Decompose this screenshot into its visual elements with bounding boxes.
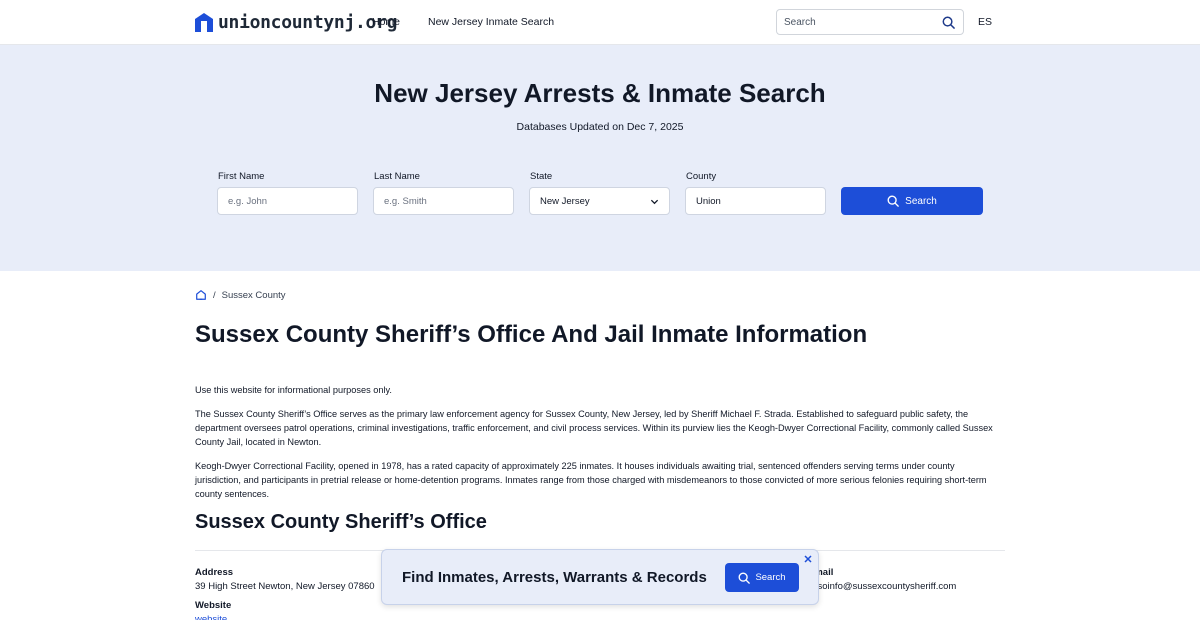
address-label: Address	[195, 567, 234, 578]
breadcrumb-separator: /	[213, 289, 216, 301]
banner-search-button[interactable]: Search	[725, 563, 799, 592]
last-name-input[interactable]	[374, 188, 513, 214]
breadcrumb-current: Sussex County	[221, 289, 286, 301]
state-select-value: New Jersey	[540, 196, 590, 207]
nav-link-home[interactable]: Home	[372, 16, 400, 28]
hero-title: New Jersey Arrests & Inmate Search	[374, 78, 826, 108]
breadcrumb: / Sussex County	[195, 289, 286, 301]
disclaimer-paragraph: Use this website for informational purpo…	[195, 385, 392, 395]
nav-link-inmate-search[interactable]: New Jersey Inmate Search	[428, 16, 554, 28]
home-icon[interactable]	[195, 289, 207, 301]
intro-paragraph: The Sussex County Sheriff’s Office serve…	[195, 409, 993, 447]
county-field-value: Union	[696, 196, 721, 207]
last-name-field	[373, 187, 514, 215]
search-icon	[738, 572, 751, 584]
house-logo-icon	[195, 13, 213, 32]
facility-paragraph: Keogh-Dwyer Correctional Facility, opene…	[195, 461, 987, 499]
county-label: County	[686, 171, 717, 182]
chevron-down-icon	[650, 199, 659, 205]
first-name-label: First Name	[218, 171, 265, 182]
website-link[interactable]: website	[195, 614, 227, 620]
state-select[interactable]: New Jersey	[529, 187, 670, 215]
logo-text: unioncountynj.org	[218, 12, 398, 33]
header-search	[776, 9, 964, 35]
last-name-label: Last Name	[374, 171, 420, 182]
hero-search-section: New Jersey Arrests & Inmate Search Datab…	[0, 45, 1200, 271]
first-name-field	[217, 187, 358, 215]
banner-text: Find Inmates, Arrests, Warrants & Record…	[402, 569, 707, 586]
section-title: Sussex County Sheriff’s Office	[195, 511, 487, 533]
website-label: Website	[195, 600, 232, 611]
search-icon[interactable]	[942, 16, 955, 29]
close-icon[interactable]	[803, 554, 813, 564]
county-field[interactable]: Union	[685, 187, 826, 215]
page-title: Sussex County Sheriff’s Office And Jail …	[195, 321, 868, 348]
first-name-input[interactable]	[218, 188, 357, 214]
language-toggle[interactable]: ES	[978, 16, 992, 28]
database-updated-text: Databases Updated on Dec 7, 2025	[516, 121, 684, 133]
header-search-input[interactable]	[777, 10, 927, 34]
search-icon	[887, 195, 899, 207]
hero-search-button[interactable]: Search	[841, 187, 983, 215]
site-logo[interactable]: unioncountynj.org	[195, 12, 397, 33]
banner-search-button-label: Search	[755, 572, 786, 583]
hero-search-button-label: Search	[905, 195, 937, 207]
floating-search-banner: Find Inmates, Arrests, Warrants & Record…	[381, 549, 819, 605]
top-navigation-bar: unioncountynj.org Home New Jersey Inmate…	[0, 0, 1200, 45]
state-label: State	[530, 171, 553, 182]
email-value[interactable]: scsoinfo@sussexcountysheriff.com	[808, 581, 956, 592]
address-value: 39 High Street Newton, New Jersey 07860	[195, 581, 375, 592]
